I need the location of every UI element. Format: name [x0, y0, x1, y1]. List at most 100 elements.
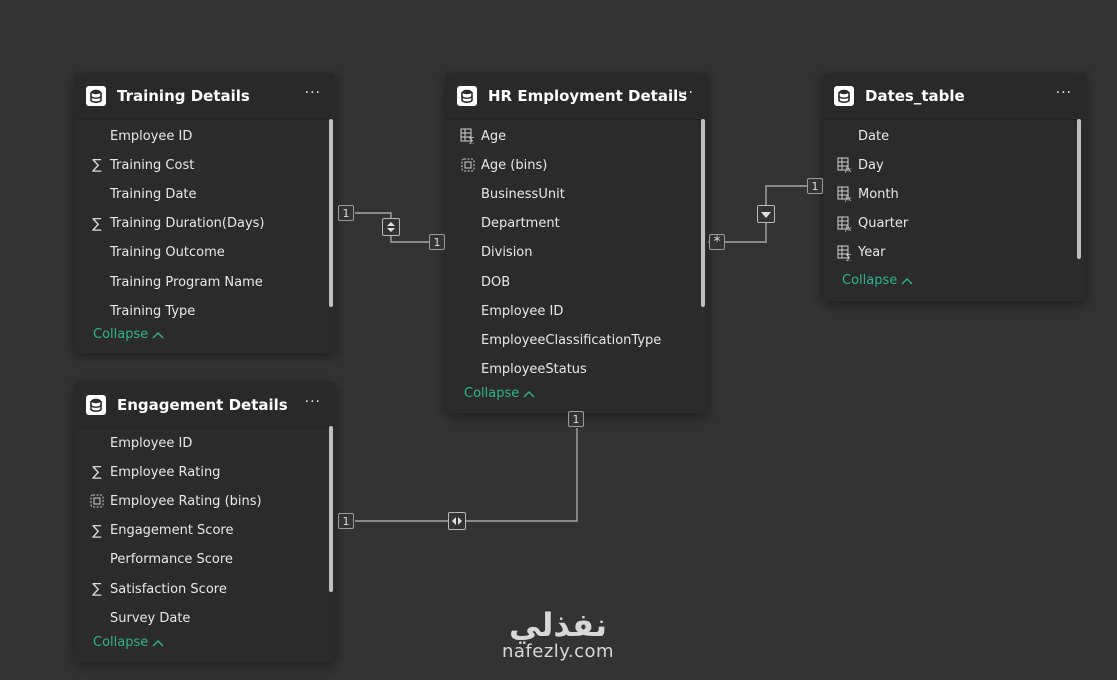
- field-list[interactable]: Employee ID ∑ Employee Rating Employee Rati…: [75, 429, 335, 662]
- cardinality-one-badge: 1: [807, 178, 823, 194]
- cardinality-one-badge: 1: [568, 411, 584, 427]
- field-icon-spacer: [460, 274, 476, 290]
- table-header[interactable]: Training Details ···: [75, 73, 335, 120]
- bidirectional-filter-icon[interactable]: [382, 218, 400, 236]
- cardinality-many-badge: *: [709, 234, 725, 250]
- field-label: Training Program Name: [110, 274, 263, 290]
- table-title: HR Employment Details: [488, 87, 688, 105]
- field-list[interactable]: ∑ Age Age (bins) BusinessUnit Department Divi…: [446, 120, 708, 413]
- table-header[interactable]: HR Employment Details ···: [446, 73, 708, 120]
- more-options-button[interactable]: ···: [301, 394, 325, 410]
- field-row[interactable]: ∑ Age: [446, 125, 506, 147]
- field-row[interactable]: Training Program Name: [75, 271, 263, 293]
- svg-text:∑: ∑: [846, 253, 852, 261]
- field-row[interactable]: ∑ Year: [823, 242, 886, 264]
- field-row[interactable]: Training Date: [75, 183, 197, 205]
- watermark-latin: nafezly.com: [501, 641, 615, 662]
- field-row[interactable]: fx Day: [823, 154, 884, 176]
- chevron-up-icon: [152, 331, 164, 338]
- field-label: Satisfaction Score: [110, 581, 227, 597]
- field-icon-spacer: [89, 303, 105, 319]
- field-list[interactable]: Employee ID ∑ Training Cost Training Date ∑ T…: [75, 120, 335, 353]
- collapse-button[interactable]: Collapse: [842, 273, 913, 288]
- field-label: Training Date: [110, 186, 197, 202]
- field-row[interactable]: DOB: [446, 271, 510, 293]
- collapse-label: Collapse: [93, 327, 149, 342]
- field-label: Year: [858, 245, 886, 261]
- field-row[interactable]: Employee ID: [446, 300, 563, 322]
- table-card-training-details[interactable]: Training Details ··· Employee ID ∑ Trainin…: [75, 73, 335, 353]
- field-icon-spacer: [89, 245, 105, 261]
- database-icon: [86, 86, 106, 106]
- field-icon-spacer: [89, 128, 105, 144]
- field-icon-spacer: [89, 274, 105, 290]
- field-label: Age (bins): [481, 157, 548, 173]
- single-filter-arrow-icon[interactable]: [757, 205, 775, 223]
- field-row[interactable]: Training Type: [75, 300, 195, 322]
- field-label: Engagement Score: [110, 523, 234, 539]
- field-label: Employee ID: [481, 303, 564, 319]
- field-row[interactable]: Employee ID: [75, 125, 192, 147]
- calculated-column-fx-icon: fx: [837, 186, 853, 202]
- field-row[interactable]: ∑ Training Duration(Days): [75, 213, 264, 235]
- field-row[interactable]: Age (bins): [446, 154, 547, 176]
- field-icon-spacer: [460, 245, 476, 261]
- field-row[interactable]: EmployeeStatus: [446, 359, 587, 381]
- field-row[interactable]: ∑ Employee Rating: [75, 461, 220, 483]
- scrollbar[interactable]: [329, 426, 333, 592]
- field-label: Training Type: [110, 303, 196, 319]
- table-card-hr-employment-details[interactable]: HR Employment Details ··· ∑ Age Age (bins)…: [446, 73, 708, 413]
- collapse-button[interactable]: Collapse: [93, 635, 164, 650]
- table-title: Dates_table: [865, 87, 965, 105]
- scrollbar[interactable]: [701, 119, 705, 307]
- field-row[interactable]: Department: [446, 213, 560, 235]
- scrollbar[interactable]: [1077, 119, 1081, 259]
- field-row[interactable]: ∑ Training Cost: [75, 154, 194, 176]
- field-row[interactable]: ∑ Satisfaction Score: [75, 578, 227, 600]
- table-header[interactable]: Dates_table ···: [823, 73, 1086, 120]
- field-label: Month: [858, 186, 899, 202]
- field-icon-spacer: [460, 216, 476, 232]
- field-row[interactable]: ∑ Engagement Score: [75, 520, 233, 542]
- field-row[interactable]: Training Outcome: [75, 242, 225, 264]
- collapse-button[interactable]: Collapse: [93, 327, 164, 342]
- field-row[interactable]: Employee Rating (bins): [75, 490, 262, 512]
- collapse-button[interactable]: Collapse: [464, 386, 535, 401]
- more-options-button[interactable]: ···: [301, 85, 325, 101]
- calculated-column-fx-icon: fx: [837, 216, 853, 232]
- svg-text:fx: fx: [844, 166, 852, 173]
- table-header[interactable]: Engagement Details ···: [75, 382, 335, 429]
- field-row[interactable]: Survey Date: [75, 607, 190, 629]
- table-card-engagement-details[interactable]: Engagement Details ··· Employee ID ∑ Emplo…: [75, 382, 335, 662]
- field-icon-spacer: [837, 128, 853, 144]
- field-label: EmployeeStatus: [481, 362, 587, 378]
- field-label: Training Outcome: [110, 245, 225, 261]
- field-row[interactable]: fx Quarter: [823, 213, 908, 235]
- model-canvas[interactable]: Training Details ··· Employee ID ∑ Trainin…: [0, 0, 1117, 680]
- database-icon: [834, 86, 854, 106]
- field-label: Employee ID: [110, 128, 193, 144]
- field-icon-spacer: [460, 303, 476, 319]
- more-options-button[interactable]: ···: [1052, 85, 1076, 101]
- bidirectional-filter-icon[interactable]: [448, 512, 466, 530]
- watermark-logo: نفذلي nafezly.com: [488, 608, 628, 662]
- field-label: Division: [481, 245, 533, 261]
- field-icon-spacer: [460, 332, 476, 348]
- field-row[interactable]: Date: [823, 125, 889, 147]
- table-card-dates-table[interactable]: Dates_table ··· Date fx Day fx Month fx Quarte…: [823, 73, 1086, 301]
- svg-text:fx: fx: [844, 195, 852, 202]
- scrollbar[interactable]: [329, 119, 333, 307]
- field-label: DOB: [481, 274, 511, 290]
- field-row[interactable]: Performance Score: [75, 549, 233, 571]
- more-options-button[interactable]: ···: [674, 85, 698, 101]
- field-label: Employee ID: [110, 435, 193, 451]
- field-row[interactable]: Division: [446, 242, 533, 264]
- field-row[interactable]: fx Month: [823, 183, 899, 205]
- field-label: Department: [481, 216, 560, 232]
- chevron-up-icon: [152, 639, 164, 646]
- field-row[interactable]: EmployeeClassificationType: [446, 329, 661, 351]
- database-icon: [86, 395, 106, 415]
- field-row[interactable]: Employee ID: [75, 432, 192, 454]
- field-icon-spacer: [89, 610, 105, 626]
- field-row[interactable]: BusinessUnit: [446, 183, 565, 205]
